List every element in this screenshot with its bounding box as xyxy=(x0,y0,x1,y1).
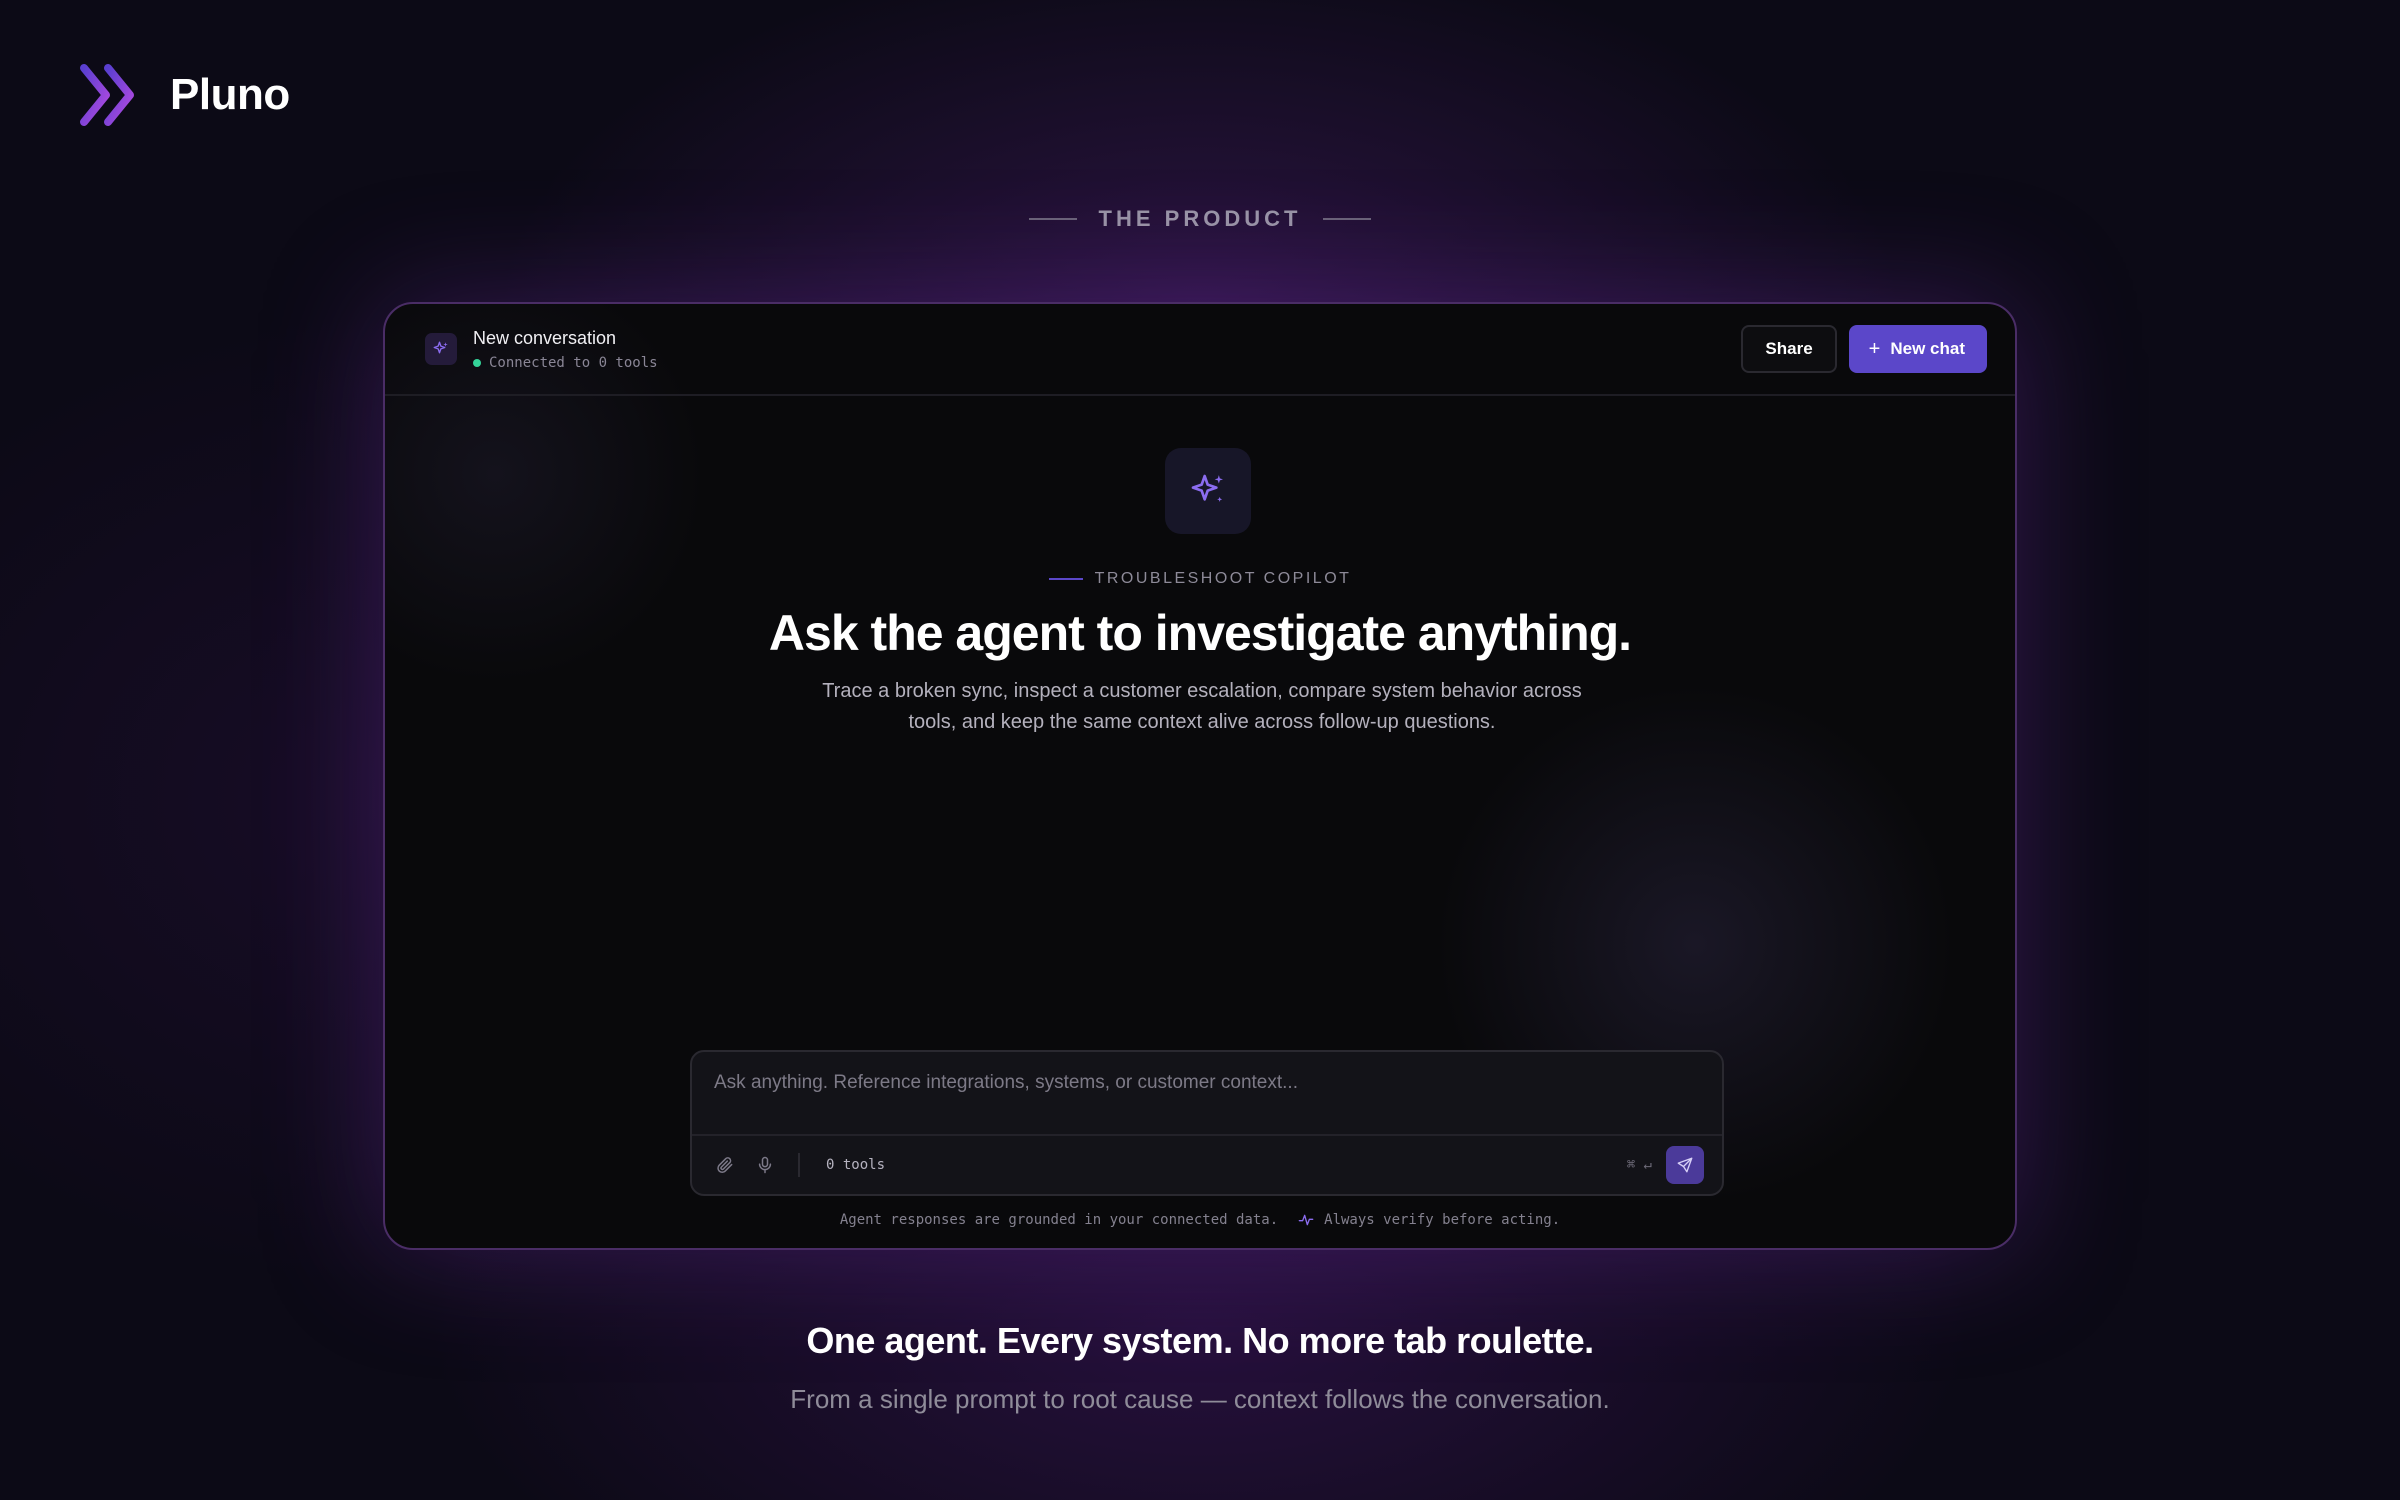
landing-page: Pluno THE PRODUCT New conversation Conne… xyxy=(0,0,2400,1500)
conversation-title: New conversation xyxy=(473,327,617,348)
brand[interactable]: Pluno xyxy=(78,62,290,128)
connection-status: Connected to 0 tools xyxy=(473,355,658,371)
toolbar-divider xyxy=(798,1153,800,1177)
hero-subtitle: Trace a broken sync, inspect a customer … xyxy=(822,680,1582,733)
eyebrow-text: THE PRODUCT xyxy=(1098,206,1302,231)
composer-footnote: Agent responses are grounded in your con… xyxy=(385,1212,2015,1228)
send-icon xyxy=(1677,1157,1693,1173)
microphone-icon[interactable] xyxy=(754,1154,776,1176)
status-dot xyxy=(473,358,481,367)
plus-icon: + xyxy=(1868,338,1881,360)
activity-icon xyxy=(1298,1214,1314,1226)
paperclip-icon[interactable] xyxy=(714,1154,736,1176)
composer-input-area xyxy=(692,1052,1722,1136)
tools-count[interactable]: 0 tools xyxy=(826,1157,885,1173)
share-button[interactable]: Share xyxy=(1741,325,1837,373)
eyebrow-rule-right xyxy=(1323,218,1372,220)
header-actions: Share + New chat xyxy=(1741,325,1987,373)
kicker-text: TROUBLESHOOT COPILOT xyxy=(1094,570,1352,587)
sparkles-icon xyxy=(1165,448,1251,534)
window-header: New conversation Connected to 0 tools Sh… xyxy=(385,304,2015,396)
eyebrow-rule-left xyxy=(1028,218,1077,220)
conversation-info: New conversation Connected to 0 tools xyxy=(473,328,658,371)
kicker-rule xyxy=(1048,578,1083,580)
new-chat-button[interactable]: + New chat xyxy=(1848,325,1987,373)
footnote-verify: Always verify before acting. xyxy=(1324,1212,1561,1228)
sparkles-icon xyxy=(425,333,457,365)
send-shortcut-hint: ⌘ ↵ xyxy=(1626,1157,1652,1173)
connection-status-text: Connected to 0 tools xyxy=(489,354,658,371)
send-button[interactable] xyxy=(1666,1146,1704,1184)
footnote-grounding: Agent responses are grounded in your con… xyxy=(839,1212,1279,1228)
chat-composer: 0 tools ⌘ ↵ xyxy=(690,1050,1724,1196)
chat-input[interactable] xyxy=(714,1072,1700,1094)
hero-kicker: TROUBLESHOOT COPILOT xyxy=(385,570,2015,588)
double-chevron-right-icon xyxy=(80,64,134,126)
section-eyebrow: THE PRODUCT xyxy=(0,206,2400,232)
brand-name: Pluno xyxy=(170,70,290,119)
product-tagline: One agent. Every system. No more tab rou… xyxy=(806,1320,1594,1361)
hero-title: Ask the agent to investigate anything. xyxy=(768,605,1632,661)
composer-toolbar: 0 tools ⌘ ↵ xyxy=(692,1136,1722,1194)
product-window: New conversation Connected to 0 tools Sh… xyxy=(383,302,2017,1250)
new-chat-label: New chat xyxy=(1890,339,1965,358)
product-tagline-subtitle: From a single prompt to root cause — con… xyxy=(790,1384,1610,1414)
